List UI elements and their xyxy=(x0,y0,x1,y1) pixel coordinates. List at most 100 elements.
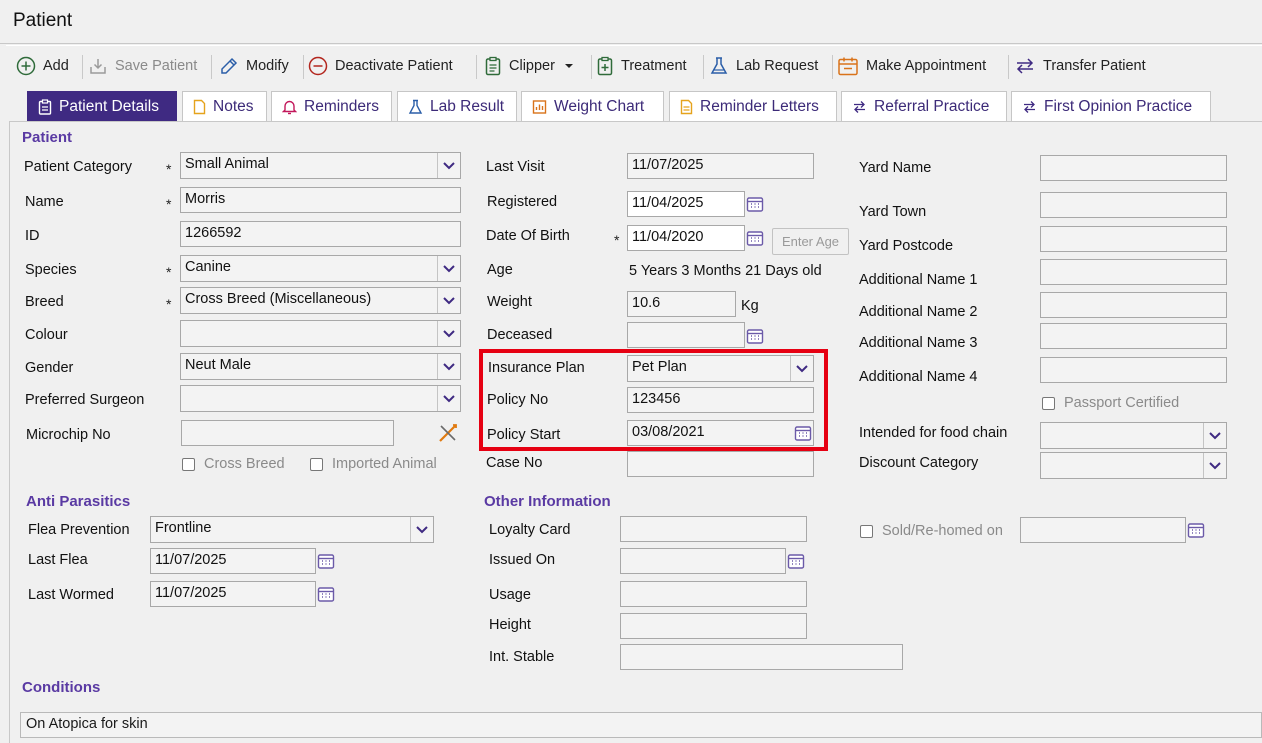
deceased-date-field[interactable] xyxy=(627,322,745,348)
cross-breed-checkbox[interactable]: Cross Breed xyxy=(182,456,285,472)
case-no-field[interactable] xyxy=(627,451,814,477)
patient-category-select[interactable]: Small Animal xyxy=(180,152,461,179)
label-additional-name-1: Additional Name 1 xyxy=(859,272,978,288)
issued-on-date-field[interactable] xyxy=(620,548,786,574)
breed-select[interactable]: Cross Breed (Miscellaneous) xyxy=(180,287,461,314)
tab-bar: Patient Details Notes Reminders Lab Resu… xyxy=(0,88,1262,121)
checkbox-box[interactable] xyxy=(1042,396,1055,410)
tab-patient-details[interactable]: Patient Details xyxy=(27,91,177,121)
species-select[interactable]: Canine xyxy=(180,255,461,282)
flask-icon xyxy=(408,99,423,114)
bell-icon xyxy=(282,100,297,114)
treatment-button[interactable]: Treatment xyxy=(596,53,687,79)
last-visit-field[interactable]: 11/07/2025 xyxy=(627,153,814,179)
discount-category-select[interactable] xyxy=(1040,452,1227,479)
sold-rehomed-date-field[interactable] xyxy=(1020,517,1186,543)
chevron-down-icon[interactable] xyxy=(437,321,460,346)
tab-weight-chart[interactable]: Weight Chart xyxy=(521,91,664,121)
registered-date-field[interactable]: 11/04/2025 xyxy=(627,191,745,217)
species-value: Canine xyxy=(185,259,231,275)
int-stable-field[interactable] xyxy=(620,644,903,670)
food-chain-select[interactable] xyxy=(1040,422,1227,449)
section-patient: Patient xyxy=(22,129,73,146)
chevron-down-icon[interactable] xyxy=(437,386,460,411)
modify-button[interactable]: Modify xyxy=(219,53,289,79)
weight-field[interactable]: 10.6 xyxy=(627,291,736,317)
height-field[interactable] xyxy=(620,613,807,639)
date-of-birth-field[interactable]: 11/04/2020 xyxy=(627,225,745,251)
calendar-picker-icon[interactable] xyxy=(785,549,807,573)
label-colour: Colour xyxy=(25,327,68,343)
make-appointment-button[interactable]: Make Appointment xyxy=(837,53,986,79)
window-title-bar: Patient xyxy=(0,0,1262,44)
colour-select[interactable] xyxy=(180,320,461,347)
tab-first-opinion-practice[interactable]: First Opinion Practice xyxy=(1011,91,1211,121)
label-deceased: Deceased xyxy=(487,327,553,343)
checkbox-box[interactable] xyxy=(860,524,873,538)
tab-notes[interactable]: Notes xyxy=(182,91,267,121)
lab-request-button[interactable]: Lab Request xyxy=(709,53,818,79)
calendar-picker-icon[interactable] xyxy=(315,549,337,573)
additional-name-1-field[interactable] xyxy=(1040,259,1227,285)
label-additional-name-4: Additional Name 4 xyxy=(859,369,978,385)
chevron-down-icon[interactable] xyxy=(437,354,460,379)
label-case-no: Case No xyxy=(486,455,543,471)
lab-request-label: Lab Request xyxy=(736,58,819,74)
chevron-down-icon[interactable] xyxy=(1203,423,1226,448)
clipboard-icon xyxy=(38,98,52,115)
checkbox-box[interactable] xyxy=(310,457,323,471)
chevron-down-icon[interactable] xyxy=(1203,453,1226,478)
label-date-of-birth: Date Of Birth xyxy=(486,228,570,244)
calendar-picker-icon[interactable] xyxy=(744,324,766,348)
save-patient-button[interactable]: Save Patient xyxy=(88,53,197,79)
chevron-down-icon[interactable] xyxy=(410,517,433,542)
required-marker: * xyxy=(166,264,172,280)
usage-field[interactable] xyxy=(620,581,807,607)
last-flea-date-field[interactable]: 11/07/2025 xyxy=(150,548,316,574)
calendar-picker-icon[interactable] xyxy=(1185,518,1207,542)
label-patient-category: Patient Category xyxy=(24,159,133,175)
calendar-picker-icon[interactable] xyxy=(744,226,766,250)
age-value: 5 Years 3 Months 21 Days old xyxy=(629,263,822,279)
tab-label: Patient Details xyxy=(59,97,159,115)
last-wormed-date-field[interactable]: 11/07/2025 xyxy=(150,581,316,607)
additional-name-4-field[interactable] xyxy=(1040,357,1227,383)
additional-name-2-field[interactable] xyxy=(1040,292,1227,318)
caret-down-icon xyxy=(564,64,573,68)
tab-referral-practice[interactable]: Referral Practice xyxy=(841,91,1007,121)
yard-postcode-field[interactable] xyxy=(1040,226,1227,252)
transfer-patient-button[interactable]: Transfer Patient xyxy=(1014,53,1146,79)
gender-select[interactable]: Neut Male xyxy=(180,353,461,380)
conditions-textarea[interactable]: On Atopica for skin xyxy=(20,712,1262,738)
enter-age-button[interactable]: Enter Age xyxy=(772,228,849,255)
make-appointment-label: Make Appointment xyxy=(866,58,987,74)
preferred-surgeon-select[interactable] xyxy=(180,385,461,412)
label-usage: Usage xyxy=(489,587,531,603)
chevron-down-icon[interactable] xyxy=(437,153,460,178)
flea-prevention-select[interactable]: Frontline xyxy=(150,516,434,543)
name-field[interactable]: Morris xyxy=(180,187,461,213)
label-last-flea: Last Flea xyxy=(28,552,88,568)
chevron-down-icon[interactable] xyxy=(437,288,460,313)
tab-lab-result[interactable]: Lab Result xyxy=(397,91,517,121)
calendar-picker-icon[interactable] xyxy=(315,582,337,606)
checkbox-box[interactable] xyxy=(182,457,195,471)
microchip-scan-icon[interactable] xyxy=(436,421,460,445)
additional-name-3-field[interactable] xyxy=(1040,323,1227,349)
tab-reminders[interactable]: Reminders xyxy=(271,91,392,121)
microchip-field[interactable] xyxy=(181,420,394,446)
tab-reminder-letters[interactable]: Reminder Letters xyxy=(669,91,837,121)
loyalty-card-field[interactable] xyxy=(620,516,807,542)
chevron-down-icon[interactable] xyxy=(437,256,460,281)
id-field[interactable]: 1266592 xyxy=(180,221,461,247)
calendar-picker-icon[interactable] xyxy=(744,192,766,216)
clipper-dropdown-button[interactable]: Clipper xyxy=(484,53,576,79)
sold-rehomed-checkbox[interactable]: Sold/Re-homed on xyxy=(860,523,1003,539)
imported-animal-checkbox[interactable]: Imported Animal xyxy=(310,456,437,472)
yard-town-field[interactable] xyxy=(1040,192,1227,218)
passport-certified-checkbox[interactable]: Passport Certified xyxy=(1042,395,1179,411)
yard-name-field[interactable] xyxy=(1040,155,1227,181)
passport-certified-label: Passport Certified xyxy=(1064,395,1180,411)
deactivate-patient-button[interactable]: Deactivate Patient xyxy=(308,53,453,79)
add-button[interactable]: Add xyxy=(16,53,69,79)
